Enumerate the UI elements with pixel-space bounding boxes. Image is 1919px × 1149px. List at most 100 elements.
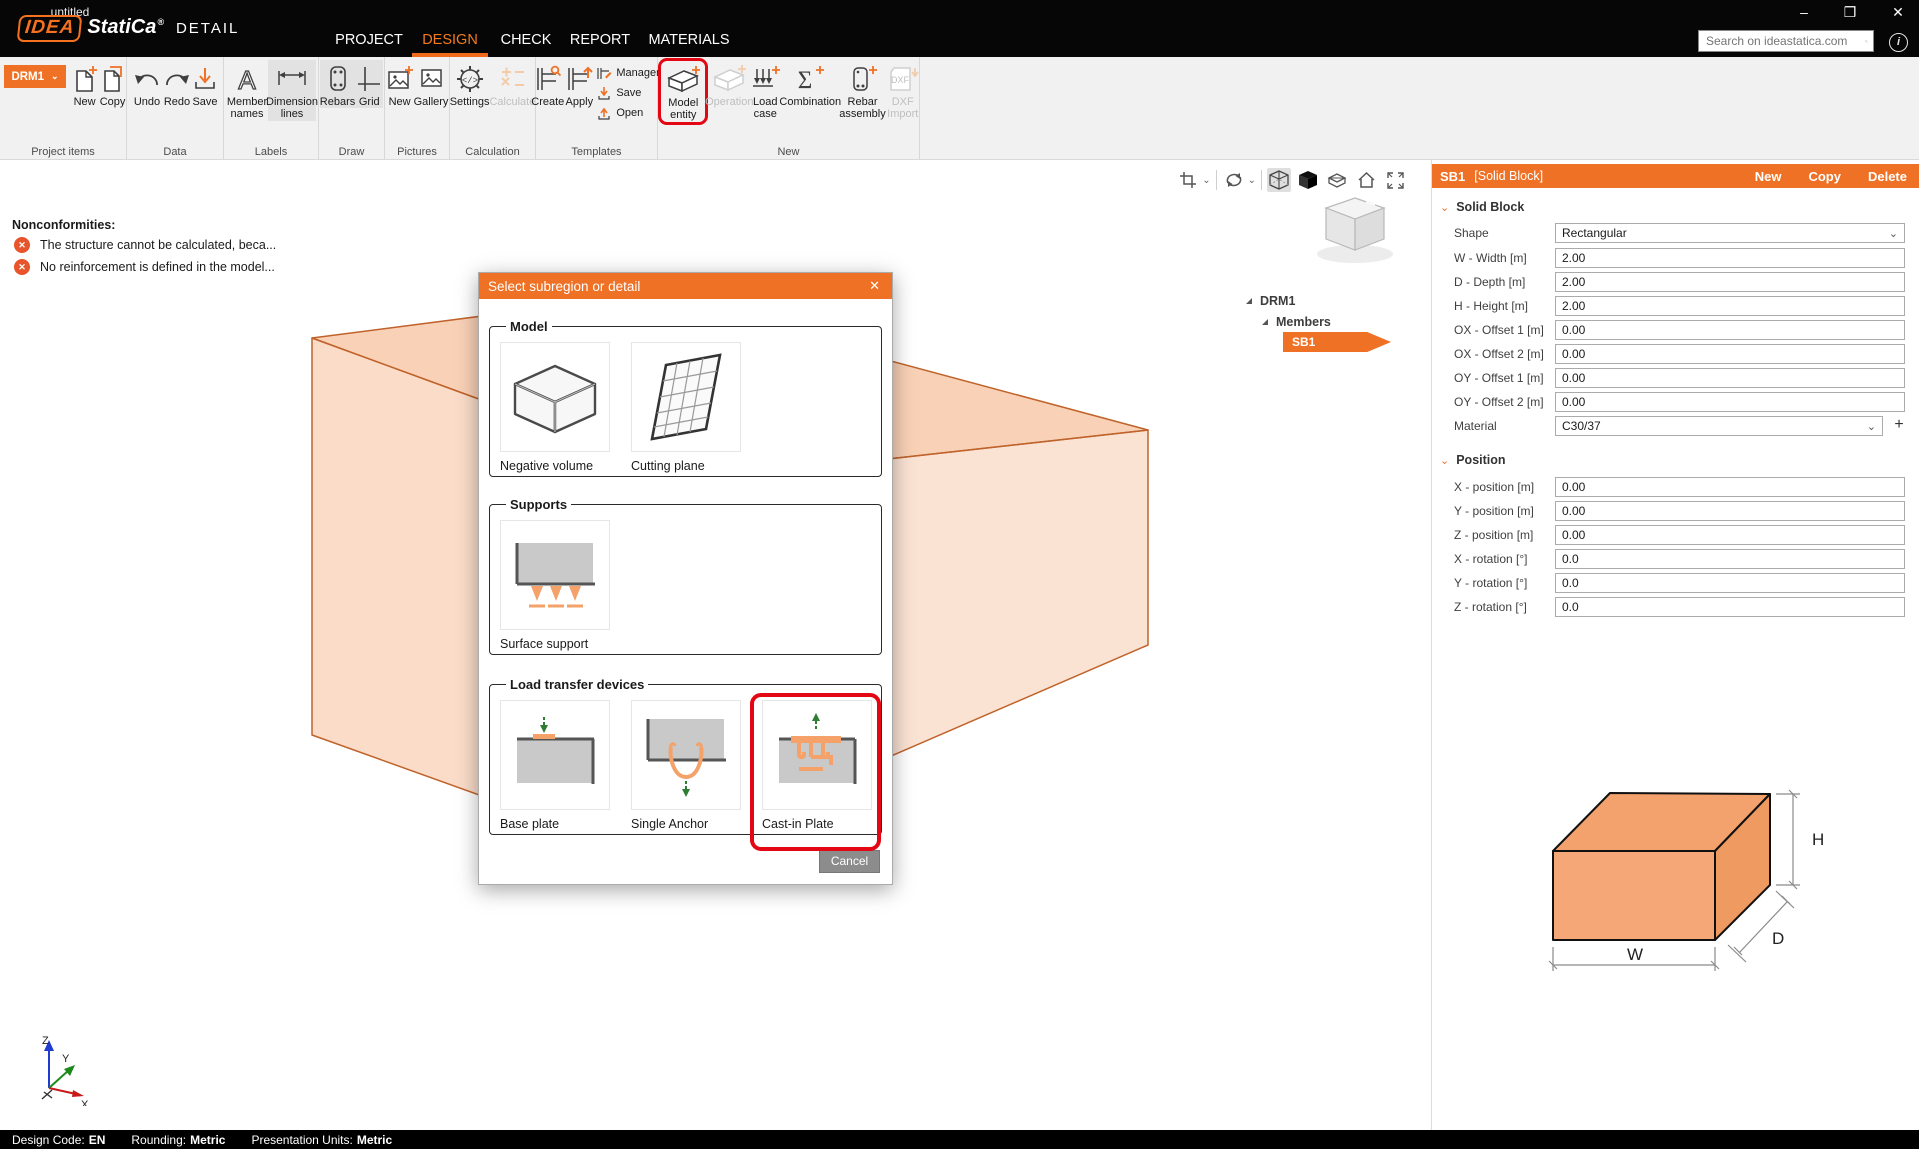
add-material-button[interactable]: + <box>1889 416 1909 436</box>
nonconformity-item[interactable]: ✕ No reinforcement is defined in the mod… <box>14 259 275 275</box>
single-anchor-option[interactable]: Single Anchor <box>631 700 741 831</box>
open-template-icon <box>598 107 610 120</box>
cast-in-plate-option[interactable]: Cast-in Plate <box>762 700 872 831</box>
template-create-button[interactable]: Create <box>531 60 564 108</box>
template-manager-button[interactable]: Manager <box>594 63 661 83</box>
ox-offset2-input[interactable] <box>1555 344 1905 364</box>
nonconformity-text: The structure cannot be calculated, beca… <box>40 238 277 252</box>
dialog-title-bar[interactable]: Select subregion or detail ✕ <box>479 273 892 299</box>
y-rotation-input[interactable] <box>1555 573 1905 593</box>
combination-button[interactable]: Σ Combination <box>779 60 841 108</box>
ox-offset1-input[interactable] <box>1555 320 1905 340</box>
groupbox-title: Model <box>510 319 548 334</box>
redo-button[interactable]: Redo <box>162 60 192 108</box>
nonconformity-item[interactable]: ✕ The structure cannot be calculated, be… <box>14 237 276 253</box>
member-names-button[interactable]: A Member names <box>226 60 268 121</box>
solid-cube-icon <box>1299 171 1317 189</box>
dialog-close-icon[interactable]: ✕ <box>866 278 883 294</box>
save-icon <box>192 62 218 96</box>
minimize-button[interactable]: – <box>1787 0 1821 26</box>
gallery-button[interactable]: Gallery <box>414 60 448 108</box>
model-entity-button[interactable]: Model entity <box>663 61 703 122</box>
property-label: H - Height [m] <box>1454 299 1529 313</box>
cast-in-plate-icon <box>779 713 857 784</box>
section-position[interactable]: ⌄ Position <box>1440 453 1506 467</box>
surface-support-option[interactable]: Surface support <box>500 520 610 651</box>
tree-expander-icon[interactable] <box>1246 297 1252 304</box>
undo-button[interactable]: Undo <box>132 60 162 108</box>
negative-volume-option[interactable]: Negative volume <box>500 342 610 473</box>
rebars-button[interactable]: Rebars <box>319 60 356 109</box>
new-picture-button[interactable]: New <box>386 60 414 108</box>
x-position-input[interactable] <box>1555 477 1905 497</box>
single-anchor-icon <box>646 719 726 797</box>
panel-delete-button[interactable]: Delete <box>1868 169 1907 184</box>
template-open-button[interactable]: Open <box>594 103 661 123</box>
template-save-button[interactable]: Save <box>594 83 661 103</box>
tab-check[interactable]: CHECK <box>494 25 558 53</box>
close-button[interactable]: ✕ <box>1881 0 1915 26</box>
tree-node-root[interactable]: DRM1 <box>1246 290 1331 311</box>
orbit-button[interactable] <box>1222 168 1246 192</box>
section-solid-block[interactable]: ⌄ Solid Block <box>1440 200 1524 214</box>
ribbon-group-project-items: DRM1 ⌄ New Copy Project items <box>0 57 127 159</box>
wireframe-view-button[interactable] <box>1267 168 1291 192</box>
chevron-down-icon[interactable]: ⌄ <box>1202 175 1210 186</box>
button-label: Create <box>531 96 565 108</box>
h-dimension-label: H <box>1812 830 1824 849</box>
load-case-button[interactable]: Load case <box>749 60 781 121</box>
height-input[interactable] <box>1555 296 1905 316</box>
restore-button[interactable]: ❒ <box>1833 0 1867 26</box>
x-rotation-input[interactable] <box>1555 549 1905 569</box>
search-input[interactable] <box>1699 34 1865 48</box>
tab-report[interactable]: REPORT <box>564 25 636 53</box>
navigation-cube[interactable] <box>1300 192 1410 267</box>
copy-icon <box>99 62 127 96</box>
panel-copy-button[interactable]: Copy <box>1808 169 1841 184</box>
shape-select[interactable]: Rectangular ⌄ <box>1555 223 1905 243</box>
material-select[interactable]: C30/37 ⌄ <box>1555 416 1883 436</box>
tab-project[interactable]: PROJECT <box>332 25 406 53</box>
tree-expander-icon[interactable] <box>1262 318 1268 325</box>
z-position-input[interactable] <box>1555 525 1905 545</box>
solid-view-button[interactable] <box>1296 168 1320 192</box>
chevron-down-icon[interactable]: ⌄ <box>1248 175 1256 186</box>
search-box[interactable] <box>1698 30 1874 52</box>
group-label: Data <box>163 146 187 158</box>
ribbon-group-labels: A Member names Dimension lines Labels <box>224 57 319 159</box>
width-input[interactable] <box>1555 248 1905 268</box>
new-project-item-button[interactable]: New <box>71 60 99 108</box>
home-view-button[interactable] <box>1354 168 1378 192</box>
button-label: Calculate <box>489 96 536 108</box>
status-rounding: Rounding: Metric <box>131 1132 226 1147</box>
3d-viewport[interactable]: Nonconformities: ✕ The structure cannot … <box>0 160 1432 1130</box>
z-rotation-input[interactable] <box>1555 597 1905 617</box>
base-plate-option[interactable]: Base plate <box>500 700 610 831</box>
settings-button[interactable]: </> Settings <box>450 60 489 108</box>
cutting-plane-option[interactable]: Cutting plane <box>631 342 741 473</box>
project-item-selector[interactable]: DRM1 ⌄ <box>4 65 66 88</box>
oy-offset1-input[interactable] <box>1555 368 1905 388</box>
template-apply-button[interactable]: Apply <box>564 60 594 108</box>
panel-new-button[interactable]: New <box>1755 169 1782 184</box>
tab-materials[interactable]: MATERIALS <box>642 25 736 53</box>
zoom-extents-button[interactable] <box>1383 168 1407 192</box>
info-icon[interactable]: i <box>1889 33 1908 52</box>
tab-design[interactable]: DESIGN <box>412 25 488 57</box>
section-view-button[interactable] <box>1325 168 1349 192</box>
grid-button[interactable]: Grid <box>355 60 384 109</box>
oy-offset2-input[interactable] <box>1555 392 1905 412</box>
clipping-box-button[interactable] <box>1176 168 1200 192</box>
dimension-lines-button[interactable]: Dimension lines <box>266 60 318 121</box>
tree-node-members[interactable]: Members <box>1262 311 1331 332</box>
rebar-assembly-button[interactable]: Rebar assembly <box>839 60 886 121</box>
save-button[interactable]: Save <box>192 60 218 108</box>
y-position-input[interactable] <box>1555 501 1905 521</box>
copy-project-item-button[interactable]: Copy <box>99 60 127 108</box>
option-label: Cast-in Plate <box>762 817 834 831</box>
statica-logo: StatiCa® <box>87 16 164 38</box>
property-label: D - Depth [m] <box>1454 275 1526 289</box>
depth-input[interactable] <box>1555 272 1905 292</box>
properties-panel: SB1 [Solid Block] New Copy Delete ⌄ Soli… <box>1432 160 1919 1130</box>
cancel-button[interactable]: Cancel <box>819 850 880 873</box>
